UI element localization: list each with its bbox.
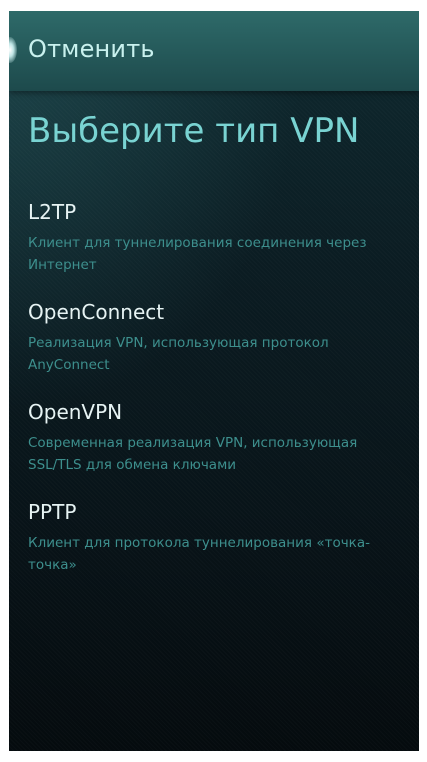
vpn-item-name: OpenConnect [28, 300, 165, 324]
cancel-header[interactable]: Отменить [9, 11, 419, 91]
vpn-item-description: Клиент для протокола туннелирования «точ… [28, 535, 370, 573]
vpn-item-l2tp[interactable]: L2TP Клиент для туннелирования соединени… [9, 197, 419, 297]
vpn-item-description: Реализация VPN, использующая протокол An… [28, 335, 329, 373]
vpn-type-list: L2TP Клиент для туннелирования соединени… [9, 197, 419, 597]
vpn-item-name: OpenVPN [28, 400, 123, 424]
vpn-item-openconnect[interactable]: OpenConnect Реализация VPN, использующая… [9, 297, 419, 397]
page-title: Выберите тип VPN [28, 111, 360, 151]
vpn-item-name: L2TP [28, 200, 77, 224]
cancel-button[interactable]: Отменить [28, 35, 155, 63]
vpn-item-description: Клиент для туннелирования соединения чер… [28, 235, 367, 273]
back-indicator-icon [9, 37, 17, 63]
vpn-item-description: Современная реализация VPN, использующая… [28, 435, 358, 473]
vpn-type-screen: Отменить Выберите тип VPN L2TP Клиент дл… [9, 11, 419, 751]
vpn-item-openvpn[interactable]: OpenVPN Современная реализация VPN, испо… [9, 397, 419, 497]
vpn-item-name: PPTP [28, 500, 77, 524]
vpn-item-pptp[interactable]: PPTP Клиент для протокола туннелирования… [9, 497, 419, 597]
